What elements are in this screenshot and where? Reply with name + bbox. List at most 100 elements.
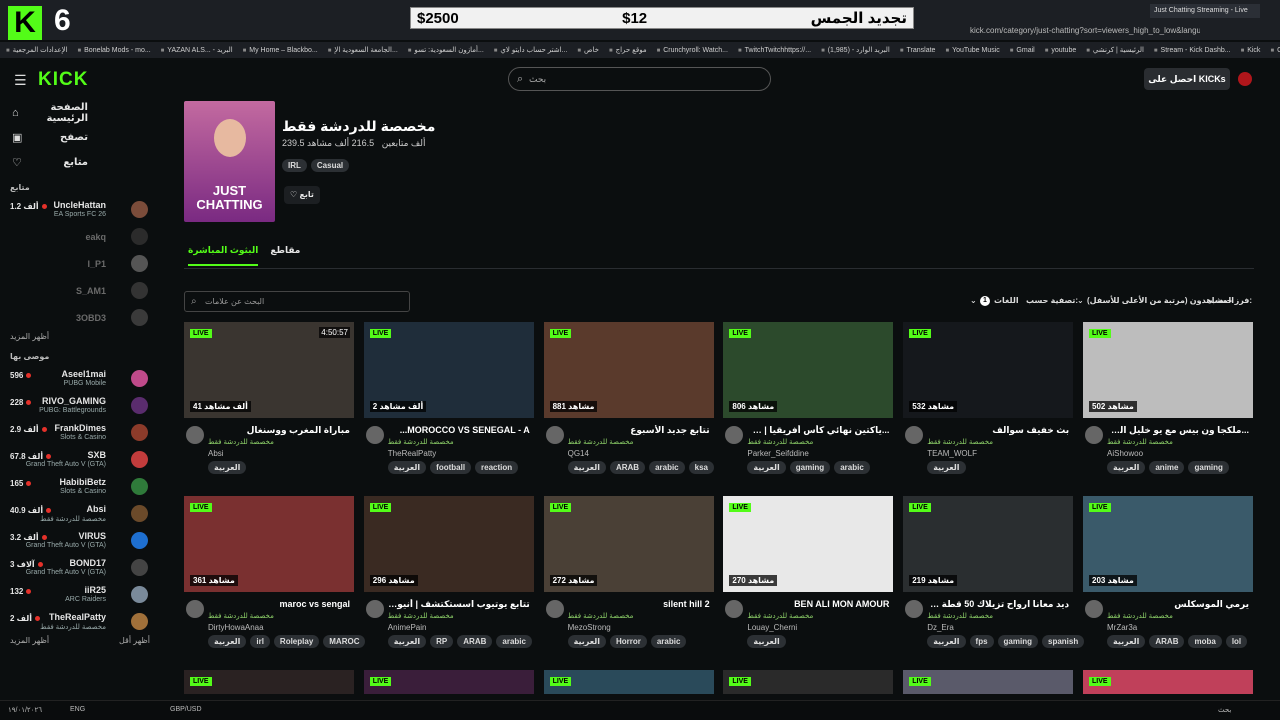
stream-card[interactable]: LIVE — [363, 670, 534, 694]
stream-card[interactable]: LIVE — [184, 670, 354, 694]
stream-category[interactable]: مخصصة للدردشة فقط — [1107, 438, 1173, 446]
stream-thumbnail[interactable]: LIVE — [543, 670, 714, 694]
sidebar-channel[interactable]: 2 ألف TheRealPatty مخصصة للدردشة فقط — [0, 609, 160, 636]
stream-thumbnail[interactable]: LIVE 2 ألف مشاهد — [363, 322, 534, 418]
stream-tag[interactable]: العربية — [1107, 635, 1146, 648]
taskbar-search[interactable]: بحث — [1218, 706, 1231, 714]
stream-tag[interactable]: lol — [1225, 635, 1248, 648]
sidebar-channel[interactable]: 3OBD3 — [0, 305, 160, 332]
stream-card[interactable]: LIVE — [1083, 670, 1253, 694]
stream-tag[interactable]: arabic — [649, 461, 685, 474]
stream-tag[interactable]: ARAB — [609, 461, 646, 474]
stream-tag[interactable]: anime — [1149, 461, 1185, 474]
bookmark-item[interactable]: youtube — [1045, 47, 1076, 54]
stream-title[interactable]: بث خفيف سوالف — [927, 425, 1069, 436]
category-tag[interactable]: IRL — [282, 159, 307, 172]
stream-category[interactable]: مخصصة للدردشة فقط — [927, 438, 993, 446]
bookmark-item[interactable]: Google — [1270, 47, 1280, 54]
avatar[interactable] — [725, 426, 744, 444]
channel-name[interactable]: Louay_Cherni — [747, 623, 797, 632]
avatar[interactable] — [1085, 600, 1103, 618]
bookmark-item[interactable]: الإعدادات المرجعية — [6, 46, 68, 54]
stream-category[interactable]: مخصصة للدردشة فقط — [747, 438, 813, 446]
user-avatar[interactable] — [1238, 72, 1252, 86]
channel-name[interactable]: DirtyHowaAnaa — [208, 623, 264, 632]
stream-card[interactable]: LIVE — [543, 670, 714, 694]
stream-card[interactable]: LIVE 806 مشاهد ...ياكتين نهائي كأس أفريقيا… — [723, 322, 894, 478]
bookmark-item[interactable]: Stream - Kick Dashb... — [1154, 47, 1231, 54]
stream-thumbnail[interactable]: LIVE 806 مشاهد — [723, 322, 894, 418]
sidebar-channel[interactable]: 40.9 ألف Absi مخصصة للدردشة فقط — [0, 501, 160, 528]
bookmark-item[interactable]: Crunchyroll: Watch... — [657, 47, 728, 54]
bookmark-item[interactable]: Bonelab Mods - mo... — [78, 47, 151, 54]
sidebar-channel[interactable]: 165 HabibiBetz Slots & Casino — [0, 474, 160, 501]
bookmark-item[interactable]: (1,985) - البريد الوارد — [821, 46, 890, 54]
address-bar[interactable]: kick.com/category/just-chatting?sort=vie… — [970, 26, 1200, 35]
stream-tag[interactable]: العربية — [747, 461, 786, 474]
kick-logo[interactable]: KICK — [38, 69, 88, 91]
stream-category[interactable]: مخصصة للدردشة فقط — [747, 612, 813, 620]
avatar[interactable] — [545, 426, 564, 444]
stream-thumbnail[interactable]: LIVE 41 ألف مشاهد 4:50:57 — [184, 322, 354, 418]
stream-tag[interactable]: spanish — [1042, 635, 1085, 648]
stream-card[interactable]: LIVE 272 مشاهد silent hill 2 مخصصة للدردشة … — [543, 496, 714, 652]
channel-name[interactable]: TheRealPatty — [388, 449, 436, 458]
sidebar-channel[interactable]: S_AM1 — [0, 278, 160, 305]
stream-tag[interactable]: MAROC — [323, 635, 366, 648]
stream-tag[interactable]: العربية — [567, 635, 606, 648]
show-more-link[interactable]: أظهر المزيد أظهر أقل — [0, 636, 160, 652]
menu-icon[interactable]: ☰ — [14, 72, 27, 89]
stream-tag[interactable]: fps — [969, 635, 994, 648]
stream-title[interactable]: ديد معانا ارواح تزيلاك 50 قطة 🐱🐱... — [927, 599, 1069, 610]
chevron-down-icon[interactable]: ⌄ — [1077, 296, 1084, 305]
bookmark-item[interactable]: موقع حراج — [609, 46, 647, 54]
stream-tag[interactable]: arabic — [834, 461, 870, 474]
stream-thumbnail[interactable]: LIVE 270 مشاهد — [723, 496, 894, 592]
stream-card[interactable]: LIVE 502 مشاهد ...ملكجا ون بيس مع يو خليل … — [1083, 322, 1253, 478]
get-kicks-button[interactable]: احصل على KICKs — [1144, 68, 1230, 90]
stream-tag[interactable]: العربية — [927, 461, 966, 474]
stream-thumbnail[interactable]: LIVE 296 مشاهد — [363, 496, 534, 592]
category-tag[interactable]: Casual — [310, 159, 350, 172]
channel-name[interactable]: Dz_Era — [927, 623, 954, 632]
stream-title[interactable]: مباراة المغرب ووسنغال — [208, 425, 350, 436]
sidebar-channel[interactable]: I_P1 — [0, 251, 160, 278]
channel-name[interactable]: MezoStrong — [568, 623, 611, 632]
stream-tag[interactable]: gaming — [997, 635, 1038, 648]
stream-card[interactable]: LIVE 881 مشاهد تتابع جديد الأسبوع مخصصة للد… — [543, 322, 714, 478]
stream-title[interactable]: ...ملكجا ون بيس مع يو خليل المتشافل ومات… — [1107, 425, 1249, 436]
avatar[interactable] — [905, 426, 924, 444]
stream-tag[interactable]: irl — [250, 635, 270, 648]
stream-tag[interactable]: ksa — [688, 461, 714, 474]
avatar[interactable] — [905, 600, 924, 618]
stream-tag[interactable]: العربية — [747, 635, 786, 648]
stream-tag[interactable]: arabic — [496, 635, 532, 648]
stream-category[interactable]: مخصصة للدردشة فقط — [208, 438, 274, 446]
sidebar-item-home[interactable]: ⌂ الصفحة الرئيسية — [0, 100, 160, 125]
stream-thumbnail[interactable]: LIVE 203 مشاهد — [1083, 496, 1253, 592]
channel-name[interactable]: TEAM_WOLF — [927, 449, 977, 458]
sidebar-item-heart[interactable]: ♡ متابع — [0, 150, 160, 175]
stream-category[interactable]: مخصصة للدردشة فقط — [1107, 612, 1173, 620]
sidebar-channel[interactable]: 3 آلاف BOND17 Grand Theft Auto V (GTA) — [0, 555, 160, 582]
stream-tag[interactable]: العربية — [387, 461, 427, 474]
stream-title[interactable]: MOROCCO VS SENEGAL - A... — [388, 425, 530, 435]
stream-category[interactable]: مخصصة للدردشة فقط — [568, 438, 634, 446]
bookmark-item[interactable]: اشتر حساب دايتو لاي... — [494, 46, 567, 54]
bookmark-item[interactable]: Kick — [1241, 47, 1260, 54]
sidebar-channel[interactable]: 596 Aseel1mai PUBG Mobile — [0, 366, 160, 393]
stream-category[interactable]: مخصصة للدردشة فقط — [568, 612, 634, 620]
stream-tag[interactable]: moba — [1188, 635, 1222, 648]
stream-card[interactable]: LIVE 270 مشاهد BEN ALI MON AMOUR مخصصة للدر… — [723, 496, 894, 652]
tab-1[interactable]: مقاطع — [270, 245, 300, 266]
show-less-link[interactable]: أظهر أقل — [119, 636, 150, 652]
stream-tag[interactable]: Roleplay — [273, 635, 320, 648]
follow-button[interactable]: ♡ تابع — [284, 186, 320, 204]
stream-thumbnail[interactable]: LIVE 502 مشاهد — [1083, 322, 1253, 418]
avatar[interactable] — [186, 600, 204, 618]
show-more-link-text[interactable]: أظهر المزيد — [10, 636, 49, 652]
avatar[interactable] — [725, 600, 744, 618]
stream-category[interactable]: مخصصة للدردشة فقط — [388, 612, 454, 620]
search-input[interactable]: ⌕ بحث — [508, 67, 771, 91]
avatar[interactable] — [545, 600, 564, 618]
